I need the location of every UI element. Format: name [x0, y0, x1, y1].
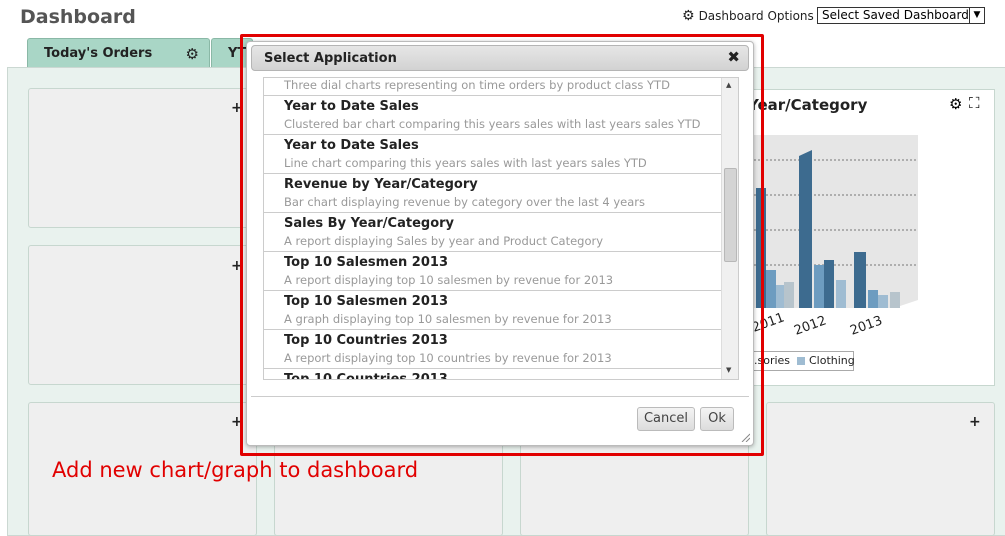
saved-dashboard-select[interactable]: Select Saved Dashboard ▼ — [817, 7, 985, 24]
bar-mark — [878, 295, 888, 308]
list-item[interactable]: Three dial charts representing on time o… — [264, 78, 721, 96]
legend-item: Clothing — [809, 354, 855, 367]
bar-mark — [890, 292, 900, 308]
list-item[interactable]: Top 10 Salesmen 2013 A report displaying… — [264, 252, 721, 291]
item-title: Top 10 Countries 2013 — [284, 372, 448, 380]
saved-dashboard-value: Select Saved Dashboard — [822, 8, 969, 22]
expand-icon[interactable]: ⛶ — [969, 94, 980, 112]
cancel-button[interactable]: Cancel — [637, 407, 695, 431]
list-item[interactable]: Top 10 Countries 2013 — [264, 369, 721, 380]
dialog-title: Select Application — [264, 51, 397, 66]
bar-mark — [836, 280, 846, 308]
dashboard-slot — [28, 88, 255, 228]
scrollbar-thumb[interactable] — [724, 168, 737, 262]
item-title: Revenue by Year/Category — [284, 177, 478, 192]
close-icon[interactable]: ✖ — [727, 48, 740, 66]
item-description: A report displaying Sales by year and Pr… — [284, 234, 604, 248]
bar-mark — [814, 265, 824, 308]
gear-icon[interactable]: ⚙ — [949, 95, 962, 113]
page-title: Dashboard — [20, 6, 136, 28]
list-item[interactable]: Year to Date Sales Line chart comparing … — [264, 135, 721, 174]
bar-mark — [784, 282, 794, 308]
chevron-down-icon[interactable]: ▼ — [969, 8, 984, 23]
divider — [251, 396, 749, 397]
bar-mark — [766, 270, 776, 308]
list-item[interactable]: Top 10 Salesmen 2013 A graph displaying … — [264, 291, 721, 330]
scroll-up-icon[interactable]: ▲ — [726, 81, 731, 89]
gear-icon[interactable]: ⚙ — [682, 8, 695, 24]
dashboard-slot — [766, 402, 995, 536]
item-description: Three dial charts representing on time o… — [284, 78, 670, 92]
item-title: Top 10 Salesmen 2013 — [284, 294, 448, 309]
chart-panel-title: Year/Category — [748, 96, 868, 114]
list-item[interactable]: Sales By Year/Category A report displayi… — [264, 213, 721, 252]
item-title: Year to Date Sales — [284, 99, 419, 114]
scrollbar[interactable]: ▲ ▼ — [721, 78, 738, 379]
ok-button[interactable]: Ok — [700, 407, 734, 431]
item-title: Sales By Year/Category — [284, 216, 455, 231]
item-description: Line chart comparing this years sales wi… — [284, 156, 647, 170]
chart-graphic: 2011 2012 2013 — [750, 135, 918, 339]
item-description: Clustered bar chart comparing this years… — [284, 117, 701, 131]
list-item[interactable]: Year to Date Sales Clustered bar chart c… — [264, 96, 721, 135]
item-title: Top 10 Salesmen 2013 — [284, 255, 448, 270]
bar-mark — [868, 290, 878, 308]
item-description: A graph displaying top 10 salesmen by re… — [284, 312, 612, 326]
annotation-text: Add new chart/graph to dashboard — [52, 458, 419, 482]
item-description: Bar chart displaying revenue by category… — [284, 195, 645, 209]
x-tick-label: 2013 — [848, 313, 884, 338]
select-application-dialog: Select Application ✖ Three dial charts r… — [246, 41, 754, 446]
item-description: A report displaying top 10 countries by … — [284, 351, 612, 365]
item-title: Top 10 Countries 2013 — [284, 333, 448, 348]
tab-label: Today's Orders — [44, 46, 153, 61]
list-item[interactable]: Revenue by Year/Category Bar chart displ… — [264, 174, 721, 213]
item-description: A report displaying top 10 salesmen by r… — [284, 273, 614, 287]
dashboard-options-label[interactable]: Dashboard Options | — [699, 9, 822, 23]
scroll-down-icon[interactable]: ▼ — [726, 366, 731, 374]
list-item[interactable]: Top 10 Countries 2013 A report displayin… — [264, 330, 721, 369]
bar-mark — [799, 150, 812, 308]
bar-mark — [854, 252, 866, 308]
resize-grip-icon[interactable] — [740, 432, 750, 442]
bar-mark — [824, 260, 834, 308]
add-icon[interactable]: + — [969, 414, 981, 430]
dashboard-slot — [28, 245, 255, 385]
item-title: Year to Date Sales — [284, 138, 419, 153]
legend-swatch — [797, 357, 805, 365]
x-tick-label: 2012 — [792, 313, 828, 338]
dashboard-options[interactable]: ⚙ Dashboard Options | — [682, 8, 822, 24]
dialog-header[interactable]: Select Application ✖ — [251, 45, 749, 71]
application-list[interactable]: Three dial charts representing on time o… — [263, 77, 739, 380]
tab-todays-orders[interactable]: Today's Orders ⚙ — [27, 38, 210, 67]
gear-icon[interactable]: ⚙ — [186, 45, 199, 63]
